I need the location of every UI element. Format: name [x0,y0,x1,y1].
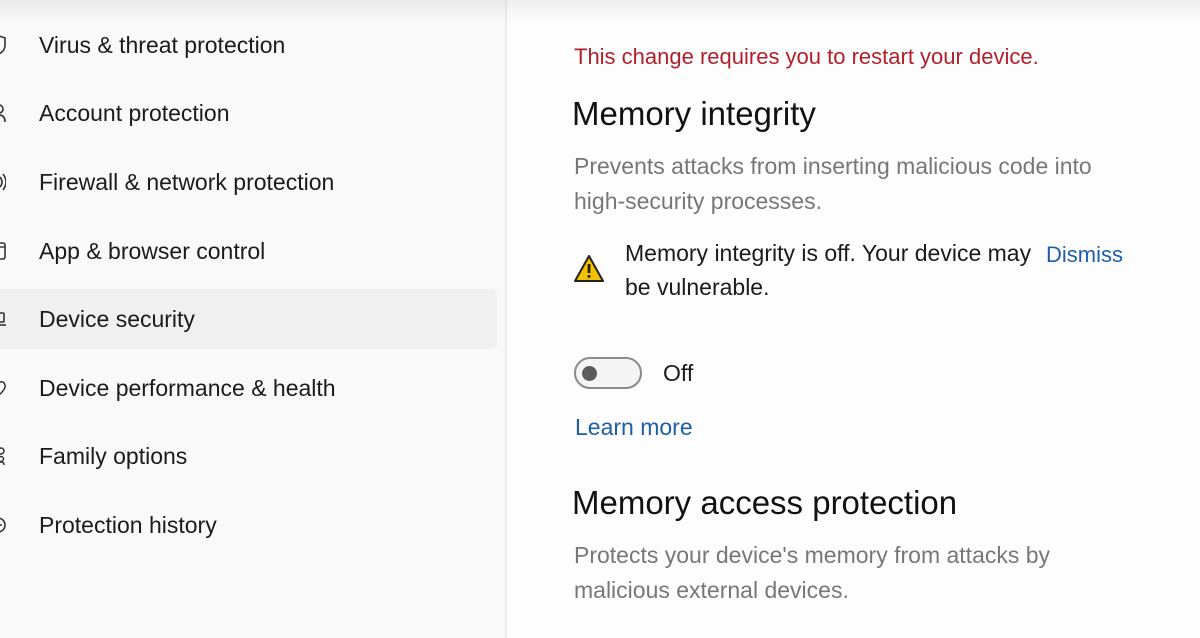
sidebar-item-app-browser-control[interactable]: App & browser control [0,221,497,281]
sidebar-item-label: Account protection [39,99,230,126]
sidebar-item-protection-history[interactable]: Protection history [0,495,497,555]
memory-integrity-title: Memory integrity [572,95,816,132]
sidebar: Virus & threat protection Account protec… [0,0,505,638]
device-security-content: This change requires you to restart your… [507,0,1200,638]
learn-more-link[interactable]: Learn more [575,414,693,441]
sidebar-item-virus-threat-protection[interactable]: Virus & threat protection [0,15,497,75]
toggle-knob [582,366,597,381]
clock-icon [0,515,6,535]
sidebar-item-label: Protection history [39,511,217,538]
memory-integrity-toggle[interactable] [574,357,642,389]
app-window-icon [0,241,6,261]
heart-icon [0,378,6,398]
sidebar-item-label: Virus & threat protection [39,31,286,58]
memory-access-protection-description: Protects your device's memory from attac… [574,542,1051,603]
sidebar-item-firewall-network-protection[interactable]: Firewall & network protection [0,152,497,212]
shield-icon [0,35,6,55]
sidebar-item-account-protection[interactable]: Account protection [0,83,497,143]
laptop-icon [0,309,6,329]
sidebar-item-device-performance-health[interactable]: Device performance & health [0,358,497,418]
sidebar-item-label: Device performance & health [39,374,336,401]
sidebar-item-family-options[interactable]: Family options [0,426,497,486]
sidebar-item-label: Firewall & network protection [39,168,335,195]
sidebar-item-device-security[interactable]: Device security [0,289,497,349]
dismiss-link[interactable]: Dismiss [1046,242,1123,268]
memory-access-protection-title: Memory access protection [572,484,958,521]
person-icon [0,103,6,123]
restart-notice: This change requires you to restart your… [574,44,1039,69]
sidebar-item-label: Family options [39,442,188,469]
wifi-antenna-icon [0,172,6,192]
toggle-state-label: Off [663,360,694,386]
warning-icon [574,254,604,284]
memory-integrity-warning: Memory integrity is off. Your device may… [625,240,1032,300]
family-icon [0,446,6,466]
sidebar-item-label: Device security [39,305,195,332]
memory-integrity-description: Prevents attacks from inserting maliciou… [574,153,1092,214]
sidebar-item-label: App & browser control [39,237,266,264]
